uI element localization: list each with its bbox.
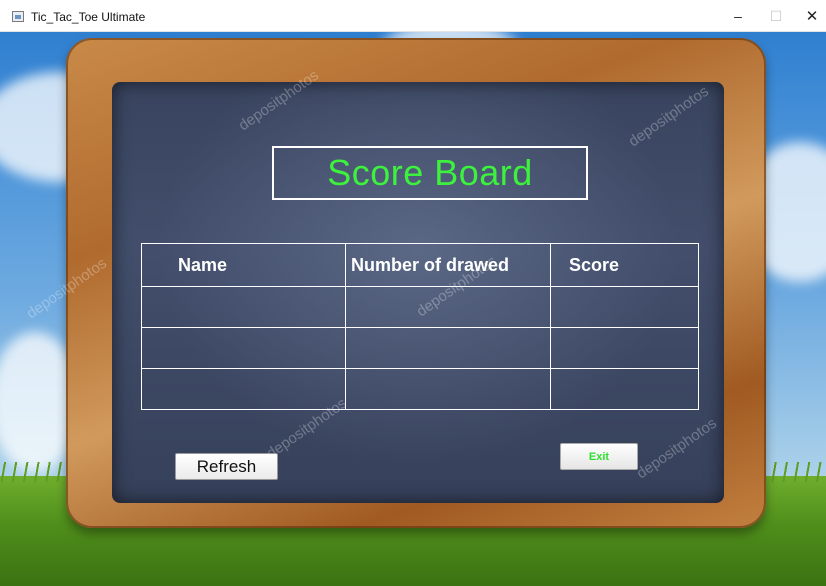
- table-cell: [345, 368, 551, 410]
- table-cell: [550, 368, 699, 410]
- table-row: [141, 368, 699, 410]
- scoreboard-title-box: Score Board: [272, 146, 588, 200]
- close-icon[interactable]: ✕: [794, 0, 826, 32]
- table-row: [141, 286, 699, 328]
- table-cell: [345, 327, 551, 369]
- column-header-name: Name: [141, 243, 346, 287]
- score-table: Name Number of drawed Score: [141, 243, 699, 410]
- column-header-score: Score: [550, 243, 699, 287]
- refresh-button[interactable]: Refresh: [175, 453, 278, 480]
- table-cell: [550, 286, 699, 328]
- table-row: [141, 327, 699, 369]
- window-title: Tic_Tac_Toe Ultimate: [31, 10, 146, 24]
- exit-button[interactable]: Exit: [560, 443, 638, 470]
- table-cell: [345, 286, 551, 328]
- table-cell: [550, 327, 699, 369]
- window-title-bar: Tic_Tac_Toe Ultimate – ☐ ✕: [0, 0, 826, 32]
- table-header-row: Name Number of drawed Score: [141, 243, 699, 287]
- column-header-draws: Number of drawed: [345, 243, 551, 287]
- scoreboard-title: Score Board: [327, 152, 533, 193]
- maximize-icon[interactable]: ☐: [758, 0, 794, 32]
- minimize-icon[interactable]: –: [720, 0, 756, 32]
- table-cell: [141, 327, 346, 369]
- app-icon: [12, 11, 24, 22]
- table-cell: [141, 286, 346, 328]
- table-cell: [141, 368, 346, 410]
